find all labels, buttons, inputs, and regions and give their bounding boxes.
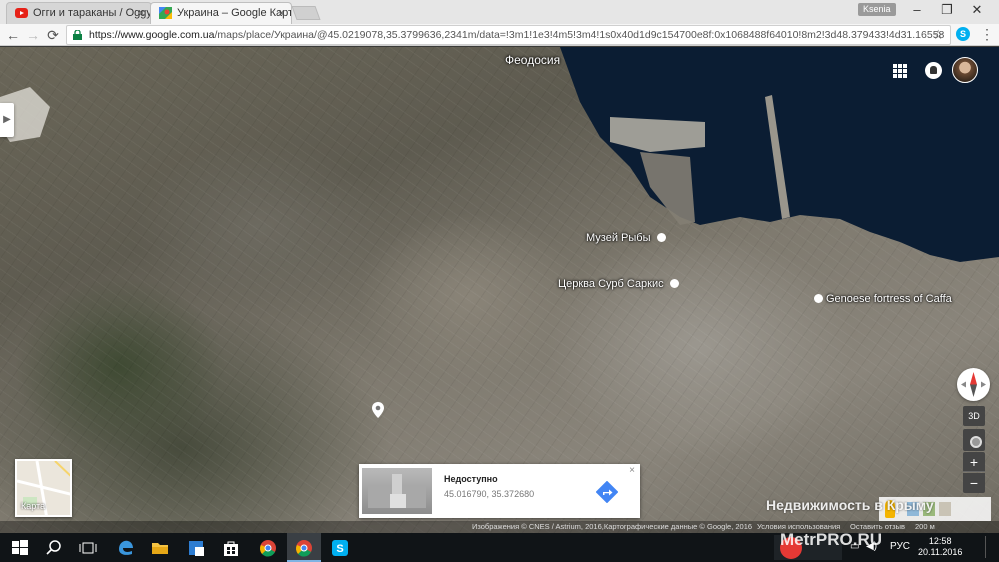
url-path: /maps/place/Украина/@45.0219078,35.37996…: [214, 29, 945, 41]
tab-title: Украина – Google Карты: [177, 7, 292, 19]
directions-icon[interactable]: [596, 481, 618, 503]
sea-area: [0, 47, 999, 262]
google-maps-icon: [159, 7, 172, 19]
map-view-toggle[interactable]: Карта: [15, 459, 72, 517]
close-window-button[interactable]: ✕: [962, 0, 992, 20]
watermark-text: Недвижимость в Крыму: [766, 497, 934, 513]
new-tab-button[interactable]: [291, 6, 321, 20]
app-icon[interactable]: [186, 538, 206, 558]
tab-title: Огги и тараканы / Oggy: [33, 7, 152, 19]
street-view-thumbnail[interactable]: [362, 468, 432, 514]
minimap-label: Карта: [21, 501, 46, 511]
my-location-button[interactable]: [963, 429, 985, 451]
compass-icon[interactable]: [957, 368, 990, 401]
poi-museum[interactable]: Музей Рыбы: [586, 232, 669, 244]
side-panel-toggle[interactable]: ▶: [0, 103, 14, 137]
map-pin-icon[interactable]: [372, 402, 384, 418]
tab-youtube[interactable]: Огги и тараканы / Oggy ×: [6, 2, 152, 24]
youtube-icon: [15, 8, 28, 18]
google-apps-icon[interactable]: [893, 64, 907, 78]
url-host: https://www.google.com.ua: [89, 29, 215, 41]
poi-museum-label: Музей Рыбы: [586, 232, 651, 244]
language-indicator[interactable]: РУС: [890, 541, 910, 552]
bookmark-star-icon[interactable]: ☆: [932, 27, 944, 43]
tab-close-button[interactable]: ×: [278, 3, 285, 23]
active-chrome-window[interactable]: [287, 533, 321, 562]
address-bar[interactable]: https://www.google.com.ua/maps/place/Укр…: [66, 25, 951, 45]
profile-button[interactable]: Ksenia: [858, 3, 896, 16]
back-button[interactable]: ←: [4, 26, 22, 44]
file-explorer-icon[interactable]: [150, 538, 170, 558]
skype-extension-icon[interactable]: S: [956, 27, 970, 41]
location-info-card[interactable]: Недоступно 45.016790, 35.372680 ×: [359, 464, 640, 518]
chrome-icon[interactable]: [258, 538, 278, 558]
notifications-icon[interactable]: [925, 62, 942, 79]
lock-icon: [73, 30, 82, 40]
windows-start-icon[interactable]: [10, 538, 30, 558]
poi-church[interactable]: Церква Сурб Саркис: [558, 278, 682, 290]
store-icon[interactable]: [221, 538, 241, 558]
satellite-map[interactable]: ▶ Феодосия Музей Рыбы Церква Сурб Саркис…: [0, 47, 999, 533]
unavailable-preview-icon: [368, 474, 426, 508]
forward-button[interactable]: →: [24, 26, 42, 44]
info-card-coordinates[interactable]: 45.016790, 35.372680: [444, 489, 534, 499]
scale-label[interactable]: 200 м: [915, 521, 935, 533]
task-view-icon[interactable]: [78, 538, 98, 558]
watermark-site: MetrPRO.RU: [780, 530, 883, 549]
poi-fortress[interactable]: Genoese fortress of Caffa: [814, 293, 952, 305]
edge-icon[interactable]: [116, 538, 136, 558]
tab-google-maps[interactable]: Украина – Google Карты ×: [150, 2, 292, 24]
fortress-icon: [814, 294, 823, 303]
city-label[interactable]: Феодосия: [505, 53, 560, 67]
chrome-menu-button[interactable]: ⋮: [980, 26, 994, 43]
show-desktop-button[interactable]: [985, 536, 997, 558]
tab-close-button[interactable]: ×: [138, 3, 145, 23]
toggle-3d-button[interactable]: 3D: [963, 406, 985, 426]
tab-strip: Огги и тараканы / Oggy × Украина – Googl…: [0, 0, 999, 24]
clock-date: 20.11.2016: [918, 547, 963, 557]
info-card-title: Недоступно: [444, 474, 498, 484]
poi-fortress-label: Genoese fortress of Caffa: [826, 293, 952, 305]
url-text: https://www.google.com.ua/maps/place/Укр…: [89, 29, 944, 41]
poi-church-label: Церква Сурб Саркис: [558, 278, 664, 290]
chrome-icon: [296, 540, 312, 557]
clock-time: 12:58: [928, 536, 952, 546]
zoom-out-button[interactable]: −: [963, 473, 985, 493]
skype-icon[interactable]: S: [330, 538, 350, 558]
museum-icon: [656, 233, 666, 242]
account-avatar[interactable]: [952, 57, 978, 83]
imagery-attribution: Изображения © CNES / Astrium, 2016,Карто…: [472, 522, 753, 531]
minimize-button[interactable]: –: [902, 0, 932, 20]
info-card-close-button[interactable]: ×: [629, 465, 635, 476]
svg-text:S: S: [336, 543, 343, 555]
zoom-in-button[interactable]: +: [963, 452, 985, 472]
clock[interactable]: 12:58 20.11.2016: [918, 536, 962, 558]
imagery-thumbnail[interactable]: [939, 502, 951, 516]
browser-toolbar: ← → ⟳ https://www.google.com.ua/maps/pla…: [0, 24, 999, 46]
restore-button[interactable]: ❐: [932, 0, 962, 20]
reload-button[interactable]: ⟳: [44, 26, 62, 44]
church-icon: [669, 279, 679, 288]
search-icon[interactable]: [44, 538, 64, 558]
